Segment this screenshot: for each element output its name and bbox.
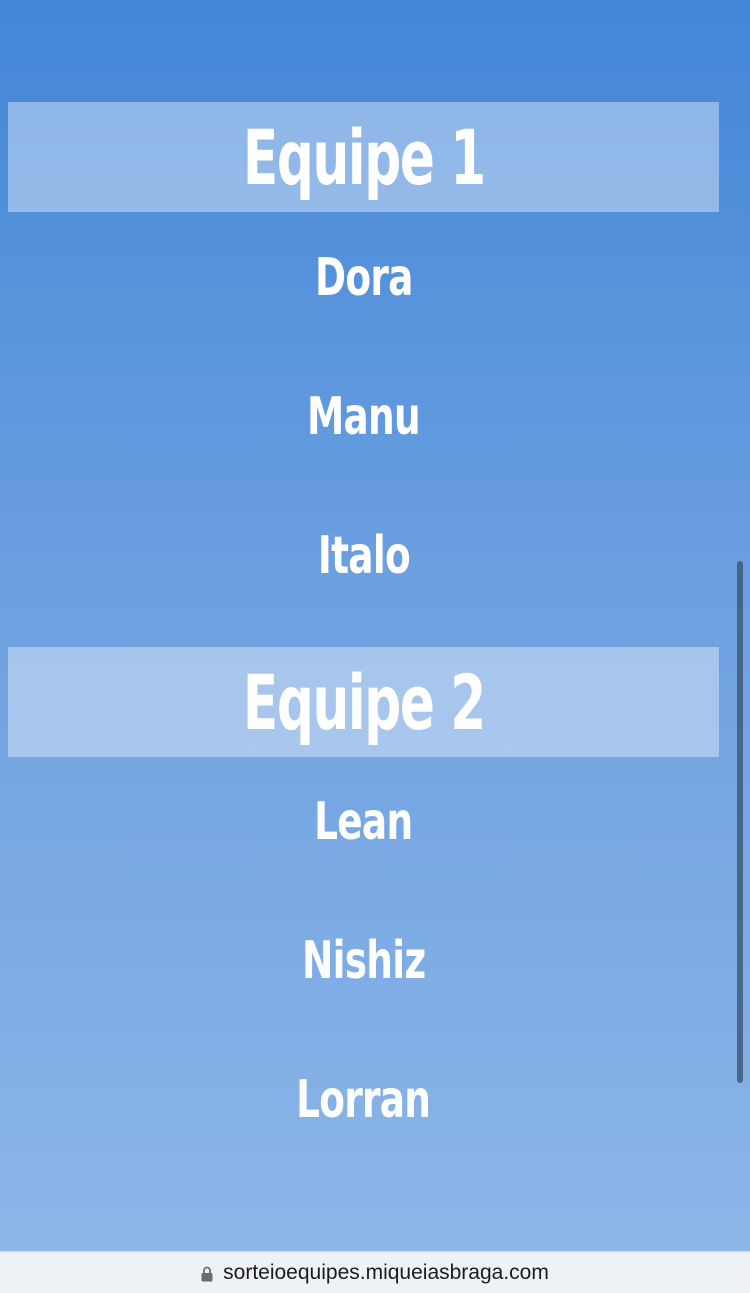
member-name: Nishiz [301,931,426,991]
team-2-member: Lean [8,787,719,857]
team-2-member: Nishiz [8,926,719,996]
team-2-title: Equipe 2 [242,657,486,747]
lock-icon [201,1266,213,1282]
team-1-title: Equipe 1 [242,112,486,202]
team-2-header: Equipe 2 [8,647,719,757]
url-text: sorteioequipes.miqueiasbraga.com [223,1260,549,1284]
scrollbar[interactable] [737,561,743,1083]
browser-address-bar[interactable]: sorteioequipes.miqueiasbraga.com [0,1251,750,1293]
member-name: Manu [307,387,421,447]
team-1-member: Manu [8,382,719,452]
member-name: Lean [314,792,413,852]
member-name: Lorran [296,1070,431,1130]
team-1-member: Italo [8,521,719,591]
team-1-header: Equipe 1 [8,102,719,212]
team-2-member: Lorran [8,1065,719,1135]
page-content: Equipe 1 Dora Manu Italo Equipe 2 Lean N… [0,0,750,1251]
member-name: Italo [317,526,410,586]
member-name: Dora [314,248,413,308]
team-1-member: Dora [8,243,719,313]
